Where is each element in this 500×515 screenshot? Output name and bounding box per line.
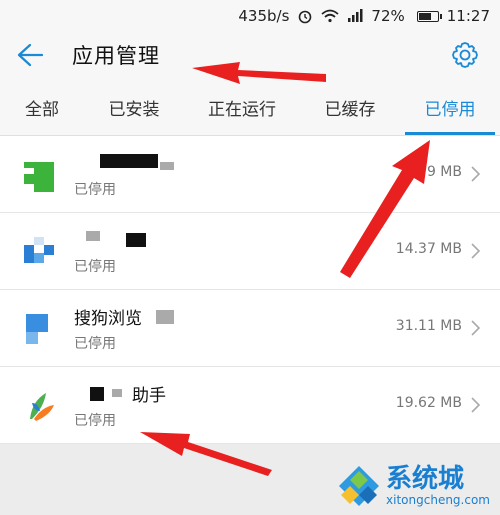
redaction	[86, 231, 100, 241]
app-bar: 应用管理	[0, 32, 500, 78]
chevron-right-icon	[471, 166, 481, 182]
settings-button[interactable]	[448, 38, 482, 72]
tab-disabled[interactable]: 已停用	[410, 78, 490, 136]
redaction	[100, 154, 158, 168]
app-icon-blue-squares	[26, 314, 48, 344]
status-bar: 435b/s 72% 11:27	[0, 0, 500, 32]
tab-installed[interactable]: 已安装	[100, 78, 168, 136]
app-size: 9 MB	[426, 164, 462, 180]
page-title: 应用管理	[72, 44, 160, 68]
app-status: 已停用	[74, 336, 116, 352]
chevron-right-icon	[471, 320, 481, 336]
tab-running[interactable]: 正在运行	[200, 78, 284, 136]
app-size: 19.62 MB	[395, 395, 462, 411]
alarm-icon	[297, 8, 313, 24]
app-list: 已停用 9 MB 已停用 14.37 MB 搜狗浏览 已停用 31.11 MB	[0, 136, 500, 444]
app-name: 助手	[132, 386, 166, 406]
list-item[interactable]: 已停用 9 MB	[0, 136, 500, 213]
watermark-logo-icon	[339, 466, 380, 506]
back-arrow-icon	[17, 43, 44, 67]
list-item[interactable]: 搜狗浏览 已停用 31.11 MB	[0, 290, 500, 367]
list-item[interactable]: 已停用 14.37 MB	[0, 213, 500, 290]
watermark-subtitle: xitongcheng.com	[386, 493, 490, 507]
app-name: 搜狗浏览	[74, 309, 142, 329]
tab-indicator	[405, 132, 495, 135]
battery-icon	[413, 10, 442, 22]
redaction	[90, 387, 104, 401]
app-status: 已停用	[74, 413, 116, 429]
watermark: 系统城 xitongcheng.com	[336, 463, 490, 509]
redaction	[112, 389, 122, 397]
watermark-title: 系统城	[386, 464, 465, 494]
tab-all[interactable]: 全部	[14, 78, 70, 136]
app-icon-leaf	[30, 393, 54, 421]
gear-icon	[452, 42, 478, 68]
signal-icon	[347, 9, 363, 23]
app-size: 14.37 MB	[395, 241, 462, 257]
app-icon-blue-tiles	[24, 237, 54, 263]
battery-percent: 72%	[371, 7, 405, 25]
app-status: 已停用	[74, 182, 116, 198]
redaction	[126, 233, 146, 247]
watermark-text: 系统城 xitongcheng.com	[386, 465, 490, 507]
tab-bar: 全部 已安装 正在运行 已缓存 已停用	[0, 78, 500, 136]
network-speed: 435b/s	[238, 7, 290, 25]
app-icon-green	[24, 162, 54, 192]
tab-cached[interactable]: 已缓存	[316, 78, 384, 136]
chevron-right-icon	[471, 243, 481, 259]
chevron-right-icon	[471, 397, 481, 413]
wifi-icon	[321, 9, 340, 23]
back-button[interactable]	[0, 32, 60, 78]
app-size: 31.11 MB	[395, 318, 462, 334]
redaction	[156, 310, 174, 324]
list-item[interactable]: 助手 已停用 19.62 MB	[0, 367, 500, 444]
redaction	[160, 162, 174, 170]
clock: 11:27	[446, 7, 490, 25]
app-status: 已停用	[74, 259, 116, 275]
